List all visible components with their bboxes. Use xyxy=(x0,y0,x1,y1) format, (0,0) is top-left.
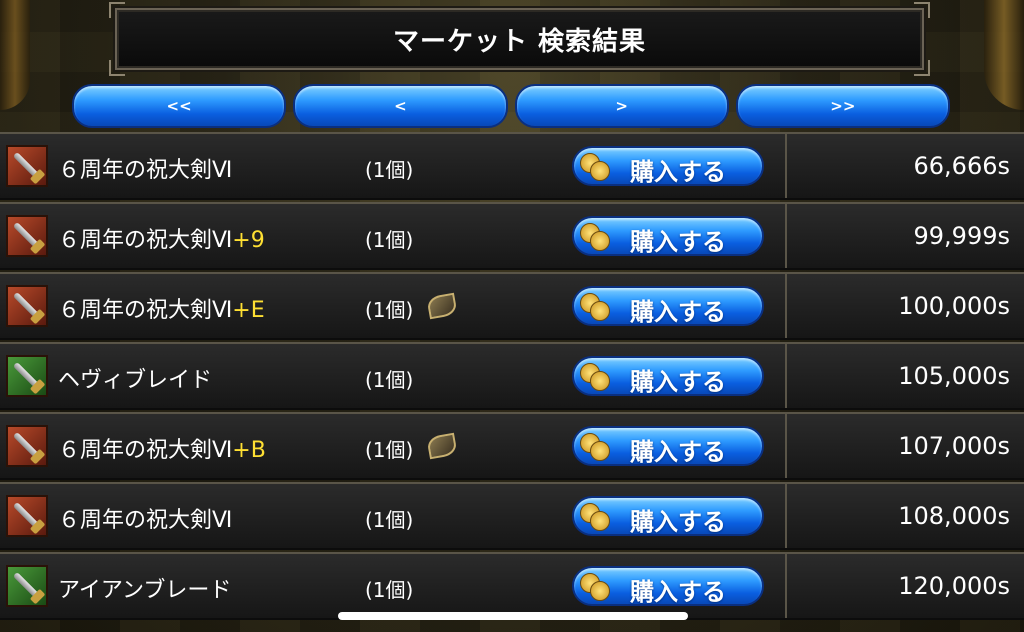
list-item[interactable]: アイアンブレード (1個) 購入する 120,000s xyxy=(0,552,1024,620)
item-price: 99,999s xyxy=(913,222,1010,250)
sword-blade xyxy=(12,571,42,601)
list-item[interactable]: ６周年の祝大剣Ⅵ+B (1個) 購入する 107,000s xyxy=(0,412,1024,480)
item-name-text: ６周年の祝大剣Ⅵ xyxy=(58,438,233,463)
item-quantity: (1個) xyxy=(365,368,414,392)
sword-blade xyxy=(12,501,42,531)
sword-blade xyxy=(12,151,42,181)
item-name-text: アイアンブレード xyxy=(58,578,232,603)
sword-icon xyxy=(6,215,48,257)
list-item[interactable]: ６周年の祝大剣Ⅵ (1個) 購入する 108,000s xyxy=(0,482,1024,550)
item-enhance-level: +9 xyxy=(232,228,265,253)
item-price: 66,666s xyxy=(913,152,1010,180)
item-name: ６周年の祝大剣Ⅵ+E xyxy=(58,292,265,324)
item-name-text: ６周年の祝大剣Ⅵ xyxy=(58,228,233,253)
item-name-text: ６周年の祝大剣Ⅵ xyxy=(58,158,233,183)
page-title-text: マーケット 検索結果 xyxy=(392,26,647,57)
market-result-list: ６周年の祝大剣Ⅵ (1個) 購入する 66,666s ６周年の祝大剣Ⅵ+9 (1個) 購入す… xyxy=(0,132,1024,632)
column-divider xyxy=(785,414,787,478)
item-name: ヘヴィブレイド xyxy=(58,362,212,394)
buy-button-label: 購入する xyxy=(630,228,726,256)
item-quantity: (1個) xyxy=(365,228,414,252)
item-name-text: ヘヴィブレイド xyxy=(58,368,213,393)
buy-button-label: 購入する xyxy=(630,368,726,396)
item-name: ６周年の祝大剣Ⅵ+9 xyxy=(58,222,265,254)
buy-button[interactable]: 購入する xyxy=(572,426,764,466)
frame-ornament-left xyxy=(0,0,30,110)
item-name: ６周年の祝大剣Ⅵ+B xyxy=(58,432,266,464)
seed-icon xyxy=(426,292,458,320)
sword-blade xyxy=(12,361,42,391)
last-page-button[interactable]: >> xyxy=(735,84,950,128)
item-enhance-level: +E xyxy=(232,298,265,323)
item-name-text: ６周年の祝大剣Ⅵ xyxy=(58,298,233,323)
page-title: マーケット 検索結果 xyxy=(109,2,930,76)
coin-icon xyxy=(580,573,610,601)
next-page-button[interactable]: > xyxy=(514,84,729,128)
item-price: 107,000s xyxy=(898,432,1010,460)
coin-icon xyxy=(580,293,610,321)
buy-button-label: 購入する xyxy=(630,158,726,186)
buy-button[interactable]: 購入する xyxy=(572,216,764,256)
list-item[interactable]: ６周年の祝大剣Ⅵ+E (1個) 購入する 100,000s xyxy=(0,272,1024,340)
coin-icon xyxy=(580,503,610,531)
sword-blade xyxy=(12,291,42,321)
sword-icon xyxy=(6,285,48,327)
buy-button-label: 購入する xyxy=(630,508,726,536)
item-price: 100,000s xyxy=(898,292,1010,320)
sword-icon xyxy=(6,355,48,397)
item-quantity: (1個) xyxy=(365,298,414,322)
corner-ornament xyxy=(109,60,125,76)
column-divider xyxy=(785,554,787,618)
buy-button[interactable]: 購入する xyxy=(572,356,764,396)
item-quantity: (1個) xyxy=(365,158,414,182)
item-quantity: (1個) xyxy=(365,438,414,462)
pagination-nav: << < > >> xyxy=(72,84,950,128)
coin-icon xyxy=(580,433,610,461)
item-price: 108,000s xyxy=(898,502,1010,530)
column-divider xyxy=(785,484,787,548)
list-item[interactable]: ６周年の祝大剣Ⅵ+9 (1個) 購入する 99,999s xyxy=(0,202,1024,270)
item-enhance-level: +B xyxy=(232,438,266,463)
column-divider xyxy=(785,134,787,198)
item-name: ６周年の祝大剣Ⅵ xyxy=(58,502,232,534)
seed-icon xyxy=(426,432,458,460)
coin-icon xyxy=(580,363,610,391)
column-divider xyxy=(785,344,787,408)
item-quantity: (1個) xyxy=(365,578,414,602)
buy-button[interactable]: 購入する xyxy=(572,286,764,326)
list-item[interactable]: ヘヴィブレイド (1個) 購入する 105,000s xyxy=(0,342,1024,410)
sword-icon xyxy=(6,425,48,467)
buy-button[interactable]: 購入する xyxy=(572,496,764,536)
item-name-text: ６周年の祝大剣Ⅵ xyxy=(58,508,233,533)
buy-button[interactable]: 購入する xyxy=(572,146,764,186)
item-price: 105,000s xyxy=(898,362,1010,390)
first-page-button[interactable]: << xyxy=(72,84,287,128)
column-divider xyxy=(785,204,787,268)
buy-button[interactable]: 購入する xyxy=(572,566,764,606)
corner-ornament xyxy=(109,2,125,18)
sword-icon xyxy=(6,145,48,187)
corner-ornament xyxy=(914,2,930,18)
coin-icon xyxy=(580,223,610,251)
column-divider xyxy=(785,274,787,338)
buy-button-label: 購入する xyxy=(630,438,726,466)
item-quantity: (1個) xyxy=(365,508,414,532)
list-item[interactable]: ６周年の祝大剣Ⅵ (1個) 購入する 66,666s xyxy=(0,132,1024,200)
buy-button-label: 購入する xyxy=(630,578,726,606)
sword-blade xyxy=(12,431,42,461)
corner-ornament xyxy=(914,60,930,76)
item-price: 120,000s xyxy=(898,572,1010,600)
item-name: アイアンブレード xyxy=(58,572,231,604)
sword-icon xyxy=(6,565,48,607)
home-indicator[interactable] xyxy=(338,612,688,620)
sword-icon xyxy=(6,495,48,537)
item-name: ６周年の祝大剣Ⅵ xyxy=(58,152,232,184)
buy-button-label: 購入する xyxy=(630,298,726,326)
coin-icon xyxy=(580,153,610,181)
sword-blade xyxy=(12,221,42,251)
prev-page-button[interactable]: < xyxy=(293,84,508,128)
